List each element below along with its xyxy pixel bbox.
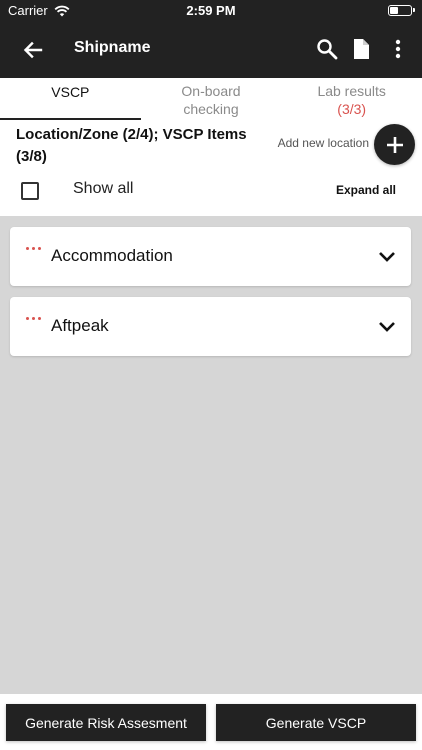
document-button[interactable]: [347, 35, 375, 63]
top-bar: Carrier 2:59 PM Shipname: [0, 0, 422, 78]
tab-count: (3/3): [337, 101, 367, 117]
app-header: Shipname: [0, 22, 422, 78]
show-all-checkbox[interactable]: [21, 182, 39, 200]
expand-all-button[interactable]: Expand all: [336, 183, 396, 197]
back-button[interactable]: [18, 35, 48, 65]
search-button[interactable]: [313, 35, 341, 63]
add-location-button[interactable]: [374, 124, 415, 165]
add-location-label[interactable]: Add new location: [278, 136, 369, 150]
location-card[interactable]: Aftpeak: [10, 297, 411, 356]
chevron-down-icon: [379, 322, 395, 332]
show-all-label[interactable]: Show all: [73, 180, 133, 198]
expand-button[interactable]: [377, 317, 397, 337]
tab-bar: VSCP On-board checking Lab results (3/3): [0, 78, 422, 120]
document-icon: [354, 39, 369, 59]
tab-lab-results[interactable]: Lab results (3/3): [281, 78, 422, 120]
generate-risk-assessment-button[interactable]: Generate Risk Assesment: [6, 704, 206, 741]
search-icon: [317, 39, 338, 60]
generate-vscp-button[interactable]: Generate VSCP: [216, 704, 416, 741]
screen: Carrier 2:59 PM Shipname VSCP On-board c…: [0, 0, 422, 750]
filter-panel: Location/Zone (2/4); VSCP Items (3/8) Ad…: [0, 120, 422, 216]
arrow-left-icon: [23, 41, 43, 59]
tab-label: Lab results: [317, 83, 386, 99]
page-title: Shipname: [74, 39, 151, 56]
location-summary-title: Location/Zone (2/4); VSCP Items (3/8): [16, 126, 247, 165]
tab-label: On-board checking: [181, 83, 241, 117]
more-horizontal-icon[interactable]: [26, 317, 41, 320]
chevron-down-icon: [379, 252, 395, 262]
more-button[interactable]: [384, 35, 412, 63]
location-card[interactable]: Accommodation: [10, 227, 411, 286]
expand-button[interactable]: [377, 247, 397, 267]
status-time: 2:59 PM: [186, 3, 236, 18]
battery-level: [390, 7, 398, 14]
bottom-action-bar: Generate Risk Assesment Generate VSCP: [0, 694, 422, 750]
plus-icon: [386, 136, 403, 153]
tab-on-board-checking[interactable]: On-board checking: [141, 78, 282, 120]
location-name: Aftpeak: [51, 316, 109, 335]
more-horizontal-icon[interactable]: [26, 247, 41, 250]
status-bar: Carrier 2:59 PM: [0, 0, 422, 22]
more-vertical-icon: [395, 39, 401, 59]
battery-icon: [388, 5, 415, 16]
tab-vscp[interactable]: VSCP: [0, 78, 141, 120]
location-name: Accommodation: [51, 246, 173, 265]
tab-label: VSCP: [51, 84, 90, 100]
